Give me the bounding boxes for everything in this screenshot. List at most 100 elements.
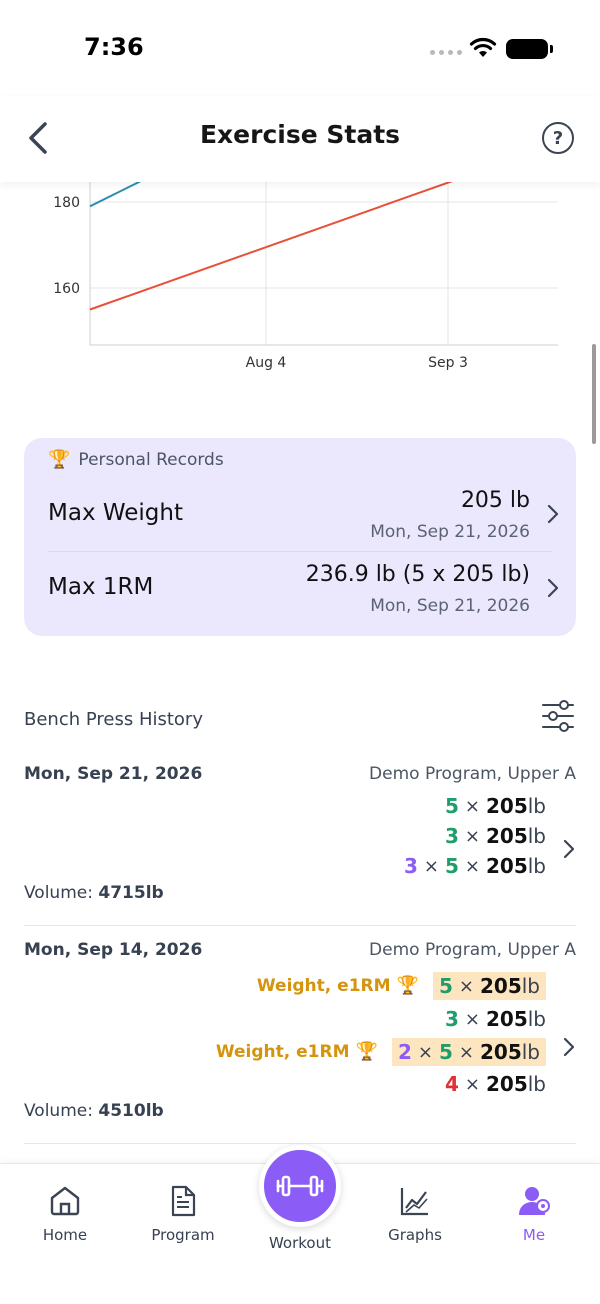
max-1rm-row[interactable]: Max 1RM 236.9 lb (5 x 205 lb) Mon, Sep 2…	[48, 554, 560, 626]
set-reps: 5	[438, 974, 453, 998]
trophy-icon: 🏆	[355, 1041, 378, 1062]
set-reps: 5	[444, 854, 459, 878]
times-sign: ×	[464, 855, 480, 877]
pr-tag-label: Weight, e1RM	[215, 1042, 350, 1062]
set-unit: lb	[527, 854, 546, 878]
set-weight: 205	[485, 1072, 528, 1096]
chevron-right-icon	[547, 504, 559, 524]
divider	[24, 925, 576, 926]
nav-me[interactable]: Me	[484, 1184, 584, 1264]
times-sign: ×	[464, 1008, 480, 1030]
volume-value: 4510lb	[98, 1101, 164, 1121]
set-unit: lb	[521, 974, 540, 998]
set-weight: 205	[485, 794, 528, 818]
x-tick-label: Sep 3	[428, 355, 468, 371]
history-title: Bench Press History	[24, 709, 203, 730]
set-reps: 4	[444, 1072, 459, 1096]
personal-records-title: Personal Records	[78, 450, 224, 470]
chevron-right-icon	[547, 578, 559, 598]
set-reps: 5	[438, 1040, 453, 1064]
pr-date: Mon, Sep 21, 2026	[370, 522, 530, 542]
wifi-icon	[469, 37, 497, 57]
session-volume: Volume: 4510lb	[24, 1101, 164, 1121]
history-session[interactable]: Mon, Sep 14, 2026 Demo Program, Upper A …	[24, 936, 576, 1144]
set-reps: 3	[444, 1007, 459, 1031]
page-title: Exercise Stats	[199, 120, 401, 149]
pr-tag: Weight, e1RM 🏆	[257, 976, 419, 996]
nav-workout-label: Workout	[268, 1234, 331, 1252]
volume-label: Volume:	[24, 1101, 93, 1121]
trophy-icon: 🏆	[396, 975, 419, 996]
nav-home[interactable]: Home	[15, 1184, 115, 1264]
pr-tag: Weight, e1RM 🏆	[216, 1042, 378, 1062]
volume-value: 4715lb	[98, 883, 164, 903]
dumbbell-icon	[276, 1175, 324, 1197]
times-sign: ×	[423, 855, 439, 877]
set-unit: lb	[527, 1007, 546, 1031]
times-sign: ×	[458, 1041, 474, 1063]
pr-date: Mon, Sep 21, 2026	[370, 596, 530, 616]
pr-label: Max Weight	[48, 500, 183, 526]
set-weight: 205	[485, 854, 528, 878]
status-bar: 7:36	[0, 0, 600, 96]
times-sign: ×	[464, 1073, 480, 1095]
battery-icon	[506, 39, 553, 59]
session-volume: Volume: 4715lb	[24, 883, 164, 903]
set-weight: 205	[485, 1007, 528, 1031]
nav-program[interactable]: Program	[133, 1184, 233, 1264]
set-line: 3 × 205lb	[445, 1005, 546, 1033]
scrollbar[interactable]	[592, 344, 596, 444]
signal-icon	[430, 50, 462, 55]
set-reps: 5	[444, 794, 459, 818]
set-count: 3	[403, 854, 418, 878]
personal-records-card: 🏆 Personal Records Max Weight 205 lb Mon…	[24, 438, 576, 636]
set-line: Weight, e1RM 🏆 5 × 205lb	[257, 972, 546, 1000]
set-weight: 205	[479, 974, 522, 998]
nav-graphs[interactable]: Graphs	[365, 1184, 465, 1264]
pr-value: 205 lb	[460, 488, 530, 513]
x-tick-label: Aug 4	[246, 355, 287, 371]
set-count: 2	[397, 1040, 412, 1064]
profile-icon	[519, 1187, 550, 1215]
pr-value: 236.9 lb (5 x 205 lb)	[305, 562, 530, 587]
progress-chart: 160 180 Aug 4 Sep 3	[0, 175, 600, 392]
set-unit: lb	[527, 1072, 546, 1096]
document-icon	[171, 1185, 196, 1217]
series-line-2	[89, 179, 455, 311]
volume-label: Volume:	[24, 883, 93, 903]
set-line: 4 × 205lb	[445, 1070, 546, 1098]
set-line: 3 × 205lb	[445, 822, 546, 850]
session-program: Demo Program, Upper A	[369, 940, 576, 960]
nav-label: Program	[151, 1226, 215, 1244]
home-icon	[50, 1186, 80, 1216]
filter-icon[interactable]	[540, 698, 576, 734]
nav-label: Me	[522, 1226, 546, 1244]
times-sign: ×	[417, 1041, 433, 1063]
set-weight: 205	[479, 1040, 522, 1064]
y-tick-label: 180	[53, 195, 80, 211]
pr-tag-label: Weight, e1RM	[256, 976, 391, 996]
chevron-right-icon	[563, 1037, 575, 1057]
times-sign: ×	[464, 825, 480, 847]
pr-highlight: 2 × 5 × 205lb	[391, 1038, 546, 1066]
pr-highlight: 5 × 205lb	[432, 972, 546, 1000]
divider	[24, 1143, 576, 1144]
times-sign: ×	[464, 795, 480, 817]
nav-label: Home	[42, 1226, 88, 1244]
chevron-right-icon	[563, 839, 575, 859]
set-unit: lb	[527, 824, 546, 848]
max-weight-row[interactable]: Max Weight 205 lb Mon, Sep 21, 2026	[48, 480, 560, 552]
times-sign: ×	[458, 975, 474, 997]
help-button[interactable]: ?	[542, 122, 574, 154]
history-session[interactable]: Mon, Sep 21, 2026 Demo Program, Upper A …	[24, 760, 576, 926]
set-line: 3 × 5 × 205lb	[404, 852, 546, 880]
set-unit: lb	[527, 794, 546, 818]
graph-icon	[400, 1188, 428, 1216]
set-reps: 3	[444, 824, 459, 848]
set-line: Weight, e1RM 🏆 2 × 5 × 205lb	[216, 1038, 546, 1066]
header: Exercise Stats ?	[0, 96, 600, 182]
personal-records-heading: 🏆 Personal Records	[48, 450, 224, 470]
session-program: Demo Program, Upper A	[369, 764, 576, 784]
trophy-icon: 🏆	[48, 449, 71, 470]
workout-button[interactable]	[259, 1145, 341, 1227]
